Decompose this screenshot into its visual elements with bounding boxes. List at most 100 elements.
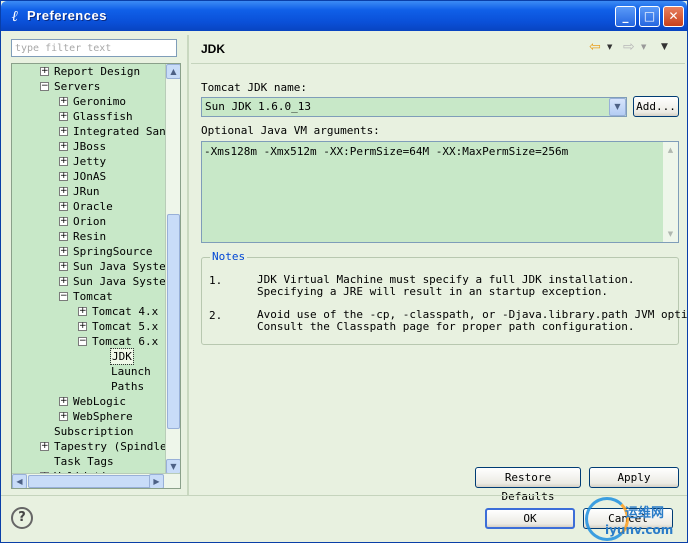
vm-args-value: -Xms128m -Xmx512m -XX:PermSize=64M -XX:M… <box>204 145 569 158</box>
expand-icon[interactable]: + <box>40 67 49 76</box>
expand-icon[interactable]: + <box>59 247 68 256</box>
tree-item[interactable]: − Tomcat <box>12 289 166 304</box>
watermark-url: iyunv.com <box>605 523 674 537</box>
preferences-tree: + Report Design − Servers + Geronimo + Glassfis… <box>11 63 181 489</box>
tree-item[interactable]: JDK <box>12 348 166 365</box>
restore-defaults-button[interactable]: Restore Defaults <box>475 467 581 503</box>
scroll-up-arrow-icon[interactable]: ▲ <box>166 64 180 79</box>
tree-item[interactable]: + Glassfish <box>12 109 166 124</box>
back-history-dropdown-icon[interactable]: ▼ <box>607 43 612 51</box>
forward-arrow-icon[interactable]: ⇨ <box>623 39 635 55</box>
expand-icon[interactable]: + <box>59 232 68 241</box>
tree-item[interactable]: + Integrated Sandbox <box>12 124 166 139</box>
expand-icon[interactable]: + <box>59 187 68 196</box>
panel-splitter[interactable] <box>187 35 189 495</box>
minimize-button[interactable]: _ <box>615 6 636 27</box>
tree-item[interactable]: + Sun Java System <box>12 274 166 289</box>
help-icon[interactable]: ? <box>11 507 33 529</box>
tree-item[interactable]: Launch <box>12 364 166 379</box>
tree-item[interactable]: + WebSphere <box>12 409 166 424</box>
tree-item[interactable]: + JBoss <box>12 139 166 154</box>
expand-icon[interactable]: + <box>59 262 68 271</box>
tree-item[interactable]: + JRun <box>12 184 166 199</box>
ok-button[interactable]: OK <box>485 508 575 529</box>
tree-horizontal-scrollbar[interactable]: ◀ ▶ <box>12 473 180 488</box>
add-jdk-button[interactable]: Add... <box>633 96 679 117</box>
vm-args-textarea[interactable]: -Xms128m -Xmx512m -XX:PermSize=64M -XX:M… <box>201 141 679 243</box>
collapse-icon[interactable]: − <box>40 82 49 91</box>
tree-rows: + Report Design − Servers + Geronimo + Glassfis… <box>12 64 166 474</box>
tree-item[interactable]: − Tomcat 6.x <box>12 334 166 349</box>
tree-item[interactable]: + Tomcat 4.x <box>12 304 166 319</box>
tree-item-label: Glassfish <box>73 110 133 123</box>
tree-item-label: Tomcat 6.x <box>92 335 159 348</box>
expand-icon[interactable]: + <box>78 322 87 331</box>
tree-item-label: Sun Java System <box>73 260 166 273</box>
expand-icon[interactable]: + <box>59 97 68 106</box>
tree-item-label: Tapestry (Spindle) <box>54 440 166 453</box>
expand-icon[interactable]: + <box>59 112 68 121</box>
collapse-icon[interactable]: − <box>78 337 87 346</box>
expand-icon[interactable]: + <box>59 202 68 211</box>
expand-icon[interactable]: + <box>59 157 68 166</box>
expand-icon[interactable]: + <box>40 442 49 451</box>
tree-item-label: Oracle <box>73 200 113 213</box>
note-number: 1. <box>209 274 223 287</box>
expand-icon[interactable]: + <box>59 397 68 406</box>
scroll-down-arrow-icon[interactable]: ▼ <box>166 459 180 474</box>
expand-icon[interactable]: + <box>59 277 68 286</box>
tree-item-label: SpringSource <box>73 245 153 258</box>
tree-item-label: Tomcat 4.x <box>92 305 159 318</box>
filter-input[interactable] <box>11 39 177 57</box>
tree-item[interactable]: + Tomcat 5.x <box>12 319 166 334</box>
tree-item[interactable]: + Sun Java System <box>12 259 166 274</box>
tree-item[interactable]: + Tapestry (Spindle) <box>12 439 166 454</box>
textarea-scroll-up-icon[interactable]: ▲ <box>664 143 677 157</box>
collapse-icon[interactable]: − <box>59 292 68 301</box>
note-line: Consult the Classpath page for proper pa… <box>257 320 635 333</box>
scroll-left-arrow-icon[interactable]: ◀ <box>12 474 27 488</box>
expand-icon[interactable]: + <box>59 172 68 181</box>
tree-item-label: WebSphere <box>73 410 133 423</box>
expand-icon[interactable]: + <box>59 217 68 226</box>
scroll-right-arrow-icon[interactable]: ▶ <box>149 474 164 488</box>
tree-vertical-scroll-thumb[interactable] <box>167 214 180 429</box>
tree-vertical-scrollbar[interactable]: ▲ ▼ <box>165 64 180 474</box>
tree-item-label: Integrated Sandbox <box>73 125 166 138</box>
expand-icon[interactable]: + <box>78 307 87 316</box>
vm-args-label: Optional Java VM arguments: <box>201 124 380 137</box>
tree-item[interactable]: + Jetty <box>12 154 166 169</box>
vm-args-scrollbar[interactable]: ▲ ▼ <box>663 142 678 242</box>
tree-horizontal-scroll-thumb[interactable] <box>28 475 153 488</box>
jdk-name-label: Tomcat JDK name: <box>201 81 307 94</box>
title-bar[interactable]: ℓ Preferences _ □ ✕ <box>1 1 687 31</box>
tree-item[interactable]: + Geronimo <box>12 94 166 109</box>
expand-icon[interactable]: + <box>59 412 68 421</box>
maximize-button[interactable]: □ <box>639 6 660 27</box>
header-separator <box>191 63 685 64</box>
tree-item[interactable]: + Oracle <box>12 199 166 214</box>
tree-item[interactable]: + SpringSource <box>12 244 166 259</box>
textarea-scroll-down-icon[interactable]: ▼ <box>664 227 677 241</box>
tree-item-label: Task Tags <box>54 455 114 468</box>
tree-item[interactable]: + JOnAS <box>12 169 166 184</box>
tree-item[interactable]: + Orion <box>12 214 166 229</box>
tree-item[interactable]: − Servers <box>12 79 166 94</box>
back-arrow-icon[interactable]: ⇦ <box>589 39 601 55</box>
close-button[interactable]: ✕ <box>663 6 684 27</box>
apply-button[interactable]: Apply <box>589 467 679 488</box>
tree-item[interactable]: + Report Design <box>12 64 166 79</box>
view-menu-icon[interactable]: ▼ <box>661 42 668 52</box>
jdk-name-combo[interactable]: Sun JDK 1.6.0_13 ▼ <box>201 97 627 117</box>
tree-item[interactable]: + Resin <box>12 229 166 244</box>
expand-icon[interactable]: + <box>59 142 68 151</box>
tree-item[interactable]: + WebLogic <box>12 394 166 409</box>
expand-icon[interactable]: + <box>59 127 68 136</box>
tree-item[interactable]: Subscription <box>12 424 166 439</box>
preferences-window: ℓ Preferences _ □ ✕ +Report Design−Serve… <box>0 0 688 543</box>
tree-item[interactable]: Paths <box>12 379 166 394</box>
tree-item[interactable]: Task Tags <box>12 454 166 469</box>
tree-item-label: Subscription <box>54 425 134 438</box>
forward-history-dropdown-icon[interactable]: ▼ <box>641 43 646 51</box>
combo-dropdown-arrow-icon[interactable]: ▼ <box>609 98 626 116</box>
